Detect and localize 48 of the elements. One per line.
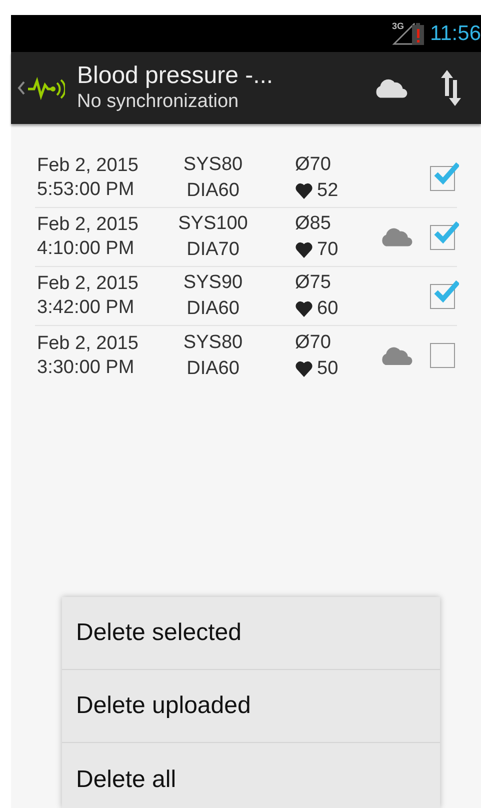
mean-pressure: Ø70 [295, 330, 332, 354]
checkmark-icon [433, 160, 459, 186]
row-checkbox[interactable] [430, 278, 460, 308]
systolic-value: SYS80 [183, 153, 243, 177]
screen-title: Blood pressure -... [77, 62, 274, 90]
pulse-value: 70 [317, 238, 338, 262]
reading-date: Feb 2, 2015 [37, 332, 140, 356]
diastolic-value: DIA60 [186, 179, 240, 203]
battery-icon [412, 22, 424, 44]
pulse-value: 52 [317, 179, 338, 203]
systolic-value: SYS80 [183, 330, 243, 354]
checkmark-icon [433, 278, 459, 304]
menu-item[interactable]: Delete all [62, 743, 440, 808]
row-checkbox[interactable] [430, 160, 460, 190]
uploaded-cloud-icon [379, 346, 414, 366]
diastolic-value: DIA60 [186, 297, 240, 321]
uploaded-cloud-icon [379, 227, 414, 247]
reading-time: 5:53:00 PM [37, 178, 136, 202]
reading-date: Feb 2, 2015 [37, 154, 140, 178]
network-type: 3G [392, 20, 406, 33]
menu-item[interactable]: Delete selected [62, 597, 440, 670]
signal-icon [390, 22, 416, 44]
reading-time: 4:10:00 PM [37, 237, 136, 261]
reading-date: Feb 2, 2015 [37, 213, 140, 237]
mean-pressure: Ø75 [295, 271, 332, 295]
systolic-value: SYS90 [183, 271, 243, 295]
checkmark-icon [433, 218, 459, 244]
mean-pressure: Ø85 [295, 212, 332, 236]
menu-item[interactable]: Delete uploaded [62, 670, 440, 743]
heart-icon [295, 242, 313, 258]
heartbeat-icon [27, 76, 65, 100]
clock: 11:56 [430, 23, 481, 44]
heart-icon [295, 360, 313, 376]
heart-icon [295, 301, 313, 317]
sync-status: No synchronization [77, 90, 240, 114]
chevron-left-icon [17, 81, 25, 95]
pulse-value: 50 [317, 356, 338, 380]
reading-time: 3:42:00 PM [37, 296, 136, 320]
pulse-value: 60 [317, 297, 338, 321]
reading-time: 3:30:00 PM [37, 356, 136, 380]
row-checkbox[interactable] [430, 218, 460, 250]
sort-arrows-icon [441, 70, 461, 106]
heart-icon [295, 183, 313, 199]
systolic-value: SYS100 [178, 212, 248, 236]
diastolic-value: DIA60 [186, 356, 240, 380]
reading-date: Feb 2, 2015 [37, 272, 140, 296]
mean-pressure: Ø70 [295, 153, 332, 177]
diastolic-value: DIA70 [186, 238, 240, 262]
